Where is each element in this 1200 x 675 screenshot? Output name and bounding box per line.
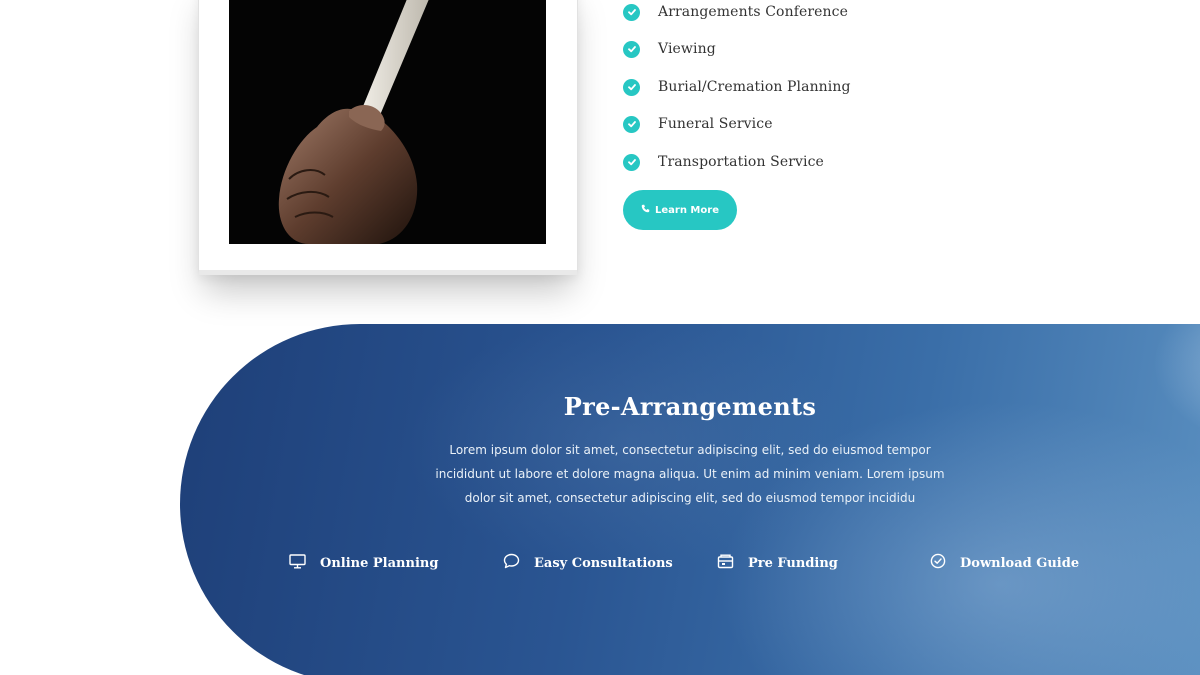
candle-hand-photo [229, 0, 546, 244]
service-label: Transportation Service [658, 154, 824, 170]
check-circle-icon [930, 553, 946, 573]
check-icon [623, 115, 640, 133]
feature-online-planning[interactable]: Online Planning [289, 552, 438, 574]
service-item: Arrangements Conference [623, 0, 963, 24]
service-label: Burial/Cremation Planning [658, 79, 851, 95]
service-label: Viewing [658, 41, 716, 57]
monitor-icon [289, 553, 306, 573]
service-label: Arrangements Conference [658, 4, 848, 20]
feature-label: Download Guide [960, 555, 1080, 571]
photo-frame [198, 0, 578, 275]
feature-label: Pre Funding [748, 555, 838, 571]
service-item: Viewing [623, 37, 963, 61]
feature-easy-consultations[interactable]: Easy Consultations [503, 552, 673, 574]
wallet-icon [717, 554, 734, 573]
service-item: Funeral Service [623, 112, 963, 136]
feature-download-guide[interactable]: Download Guide [930, 552, 1079, 574]
check-icon [623, 40, 640, 58]
check-icon [623, 78, 640, 96]
check-icon [623, 153, 640, 171]
service-label: Funeral Service [658, 116, 773, 132]
pre-arrangements-section: Pre-Arrangements Lorem ipsum dolor sit a… [180, 324, 1200, 675]
section-description: Lorem ipsum dolor sit amet, consectetur … [435, 443, 945, 505]
service-item: Transportation Service [623, 150, 963, 174]
chat-bubble-icon [503, 553, 520, 573]
learn-more-label: Learn More [655, 204, 719, 216]
service-item: Burial/Cremation Planning [623, 75, 963, 99]
feature-label: Online Planning [320, 555, 439, 571]
feature-label: Easy Consultations [534, 555, 673, 571]
learn-more-button[interactable]: Learn More [623, 190, 737, 230]
phone-icon [641, 204, 650, 216]
feature-pre-funding[interactable]: Pre Funding [717, 552, 838, 574]
check-icon [623, 3, 640, 21]
section-title: Pre-Arrangements [563, 392, 817, 421]
